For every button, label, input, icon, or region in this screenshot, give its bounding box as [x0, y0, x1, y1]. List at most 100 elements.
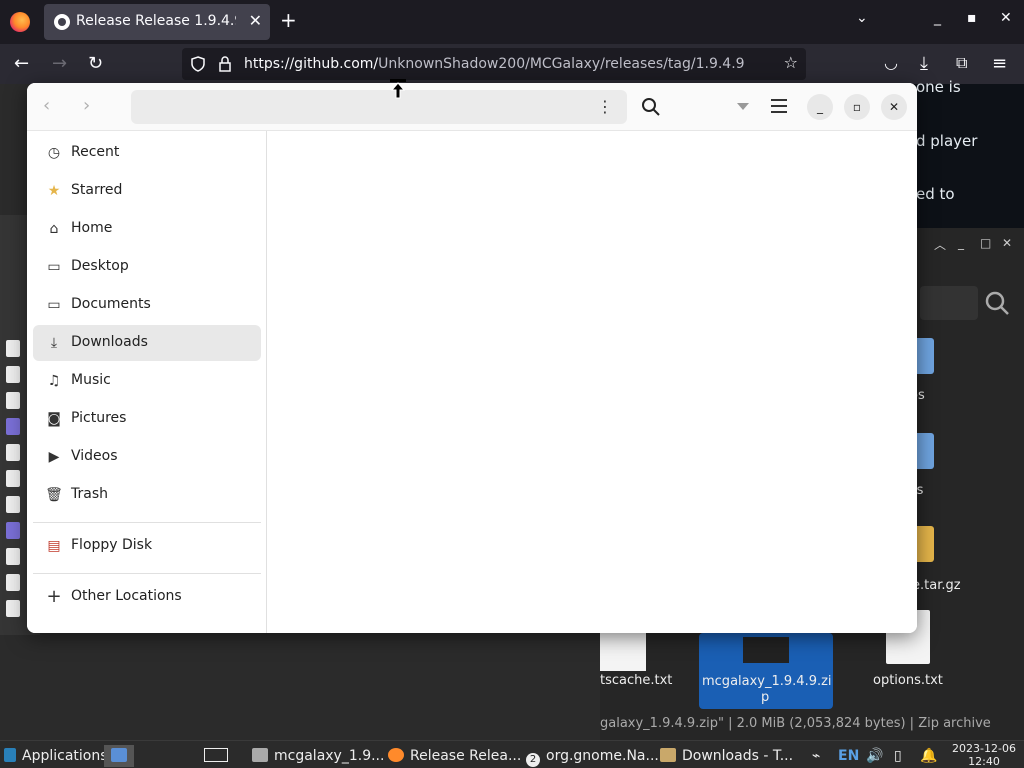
menu-icon[interactable]: ≡ [992, 53, 1007, 74]
search-icon[interactable] [641, 97, 661, 117]
extensions-icon[interactable]: ⧉ [956, 53, 967, 73]
taskbar-item-label: org.gnome.Na... [546, 748, 659, 764]
maximize-icon[interactable]: ▪ [967, 10, 977, 26]
sidebar-item-floppy-disk[interactable]: ▤ Floppy Disk [33, 528, 261, 564]
sidebar-item-label: Other Locations [71, 588, 182, 604]
file-label[interactable]: e.tar.gz [912, 578, 961, 593]
power-icon[interactable]: ▯ [894, 745, 902, 767]
file-icon[interactable] [6, 548, 20, 565]
sidebar-item-desktop[interactable]: ▭ Desktop [33, 249, 261, 285]
close-button[interactable]: ✕ [881, 94, 907, 120]
firefox-logo-icon[interactable] [10, 12, 30, 32]
file-icon[interactable] [6, 600, 20, 617]
file-label[interactable]: tscache.txt [600, 673, 672, 688]
video-icon: ▶ [48, 449, 60, 465]
sidebar-item-label: Documents [71, 296, 151, 312]
clock-time: 12:40 [968, 755, 1000, 768]
clock[interactable]: 2023-12-06 12:40 [948, 742, 1020, 768]
applications-label: Applications [22, 748, 108, 764]
file-icon[interactable] [6, 522, 20, 539]
reload-icon[interactable]: ↻ [88, 53, 103, 74]
taskbar-item[interactable]: Release Relea... [388, 745, 521, 767]
file-icon[interactable] [6, 444, 20, 461]
network-icon[interactable]: ⌁ [812, 745, 820, 767]
back-icon[interactable]: ‹ [43, 95, 50, 116]
url-text[interactable]: https://github.com/UnknownShadow200/MCGa… [244, 56, 745, 72]
sidebar-item-documents[interactable]: ▭ Documents [33, 287, 261, 323]
taskbar-item[interactable]: 2 org.gnome.Na... [526, 745, 659, 767]
tab-title: Release Release 1.9.4.9 [76, 13, 236, 29]
sidebar-divider [33, 522, 261, 523]
keyboard-layout[interactable]: EN [838, 745, 859, 767]
trash-icon: 🗑 [45, 487, 63, 503]
new-tab-icon[interactable]: + [280, 10, 297, 30]
sidebar-item-downloads[interactable]: ⤓ Downloads [33, 325, 261, 361]
forward-icon[interactable]: → [52, 53, 67, 74]
url-path: UnknownShadow200/MCGalaxy/releases/tag/1… [378, 56, 745, 72]
sidebar-item-starred[interactable]: ★ Starred [33, 173, 261, 209]
sidebar-divider [33, 573, 261, 574]
hamburger-menu-icon[interactable] [771, 99, 787, 113]
more-options-icon[interactable]: ⋮ [597, 97, 613, 116]
window-icon [111, 748, 127, 762]
browser-tab[interactable]: Release Release 1.9.4.9 ✕ [44, 4, 270, 40]
back-icon[interactable]: ← [14, 53, 29, 74]
xfce-icon [4, 748, 16, 762]
web-text-line: d player [916, 132, 978, 150]
file-icon[interactable] [6, 366, 20, 383]
shield-icon[interactable] [190, 56, 206, 72]
taskbar-item[interactable]: mcgalaxy_1.9... [252, 745, 384, 767]
notification-bell-icon[interactable]: 🔔 [920, 745, 937, 767]
maximize-icon[interactable]: □ [980, 236, 991, 250]
chevron-up-icon[interactable]: ︿ [934, 236, 946, 253]
minimize-icon[interactable]: _ [958, 236, 964, 250]
file-icon[interactable] [6, 418, 20, 435]
minimize-button[interactable]: _ [807, 94, 833, 120]
sidebar-item-recent[interactable]: ◷ Recent [33, 135, 261, 171]
text-file-icon[interactable] [600, 633, 646, 671]
taskbar-item-label: mcgalaxy_1.9... [274, 748, 385, 764]
sidebar-item-videos[interactable]: ▶ Videos [33, 439, 261, 475]
sidebar-item-trash[interactable]: 🗑 Trash [33, 477, 261, 513]
sidebar-item-label: Music [71, 372, 111, 388]
music-icon: ♫ [47, 373, 61, 389]
file-icon[interactable] [6, 340, 20, 357]
file-list-area[interactable] [268, 131, 917, 633]
taskbar-item[interactable]: Downloads - T... [660, 745, 793, 767]
tab-close-icon[interactable]: ✕ [249, 11, 262, 30]
lock-icon[interactable] [218, 56, 232, 72]
volume-icon[interactable]: 🔊 [866, 745, 883, 767]
pocket-icon[interactable]: ◡ [884, 53, 898, 72]
file-icon[interactable] [6, 392, 20, 409]
sidebar-item-pictures[interactable]: ◙ Pictures [33, 401, 261, 437]
star-icon: ★ [47, 183, 61, 199]
sidebar-item-home[interactable]: ⌂ Home [33, 211, 261, 247]
url-bar[interactable]: https://github.com/UnknownShadow200/MCGa… [182, 48, 806, 80]
sidebar-item-label: Starred [71, 182, 123, 198]
file-icon[interactable] [6, 496, 20, 513]
sidebar-item-other-locations[interactable]: + Other Locations [33, 579, 261, 615]
path-bar[interactable]: ⋮ [131, 90, 627, 124]
file-icon[interactable] [6, 470, 20, 487]
downloads-icon[interactable]: ⤓ [920, 53, 928, 74]
sidebar-item-music[interactable]: ♫ Music [33, 363, 261, 399]
sidebar-item-label: Pictures [71, 410, 127, 426]
minimize-icon[interactable]: _ [934, 10, 941, 26]
github-icon [54, 14, 70, 30]
selected-file[interactable]: mcgalaxy_1.9.4.9.zi p [699, 633, 833, 709]
show-desktop-icon[interactable] [204, 748, 228, 762]
file-icon[interactable] [6, 574, 20, 591]
bookmark-star-icon[interactable]: ☆ [784, 53, 798, 72]
search-icon[interactable] [984, 290, 1010, 316]
search-field[interactable] [920, 286, 978, 320]
forward-icon[interactable]: › [83, 95, 90, 116]
close-window-icon[interactable]: ✕ [1000, 10, 1012, 26]
close-icon[interactable]: ✕ [1002, 236, 1012, 250]
tab-list-chevron-icon[interactable]: ⌄ [856, 10, 868, 26]
folder-icon: ▭ [47, 297, 61, 313]
applications-menu[interactable]: Applications [4, 745, 108, 767]
view-dropdown-icon[interactable] [737, 103, 749, 110]
file-label[interactable]: options.txt [873, 673, 943, 688]
maximize-button[interactable]: ▫ [844, 94, 870, 120]
workspace-indicator[interactable] [104, 745, 134, 767]
